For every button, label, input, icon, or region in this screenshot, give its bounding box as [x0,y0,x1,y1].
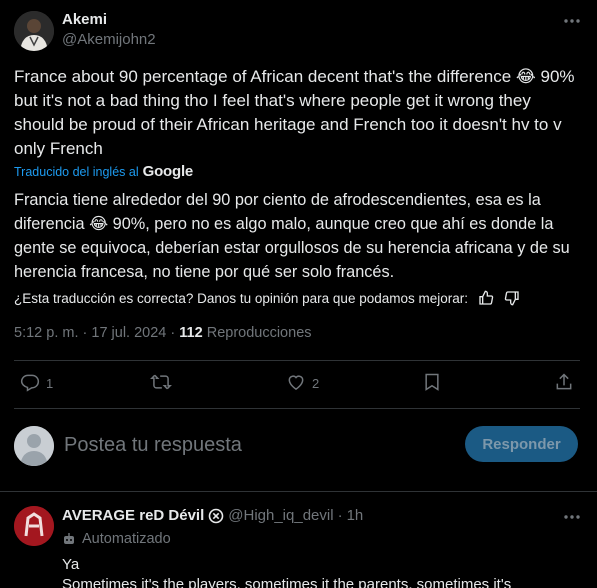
translated-by-label: Traducido del inglés al [14,164,139,179]
bookmark-action[interactable] [422,372,442,395]
post-date[interactable]: 17 jul. 2024 [91,325,166,341]
more-horizontal-icon [563,11,581,29]
post-time[interactable]: 5:12 p. m. [14,325,78,341]
verified-x-icon [208,508,224,524]
repost-action[interactable] [150,372,178,395]
post-text: France about 90 percentage of African de… [14,67,575,158]
divider [0,491,597,492]
thumbs-up-icon[interactable] [478,290,494,306]
views-label: Reproducciones [206,325,312,341]
share-action[interactable] [554,372,574,395]
reply-action[interactable]: 1 [20,372,53,395]
author-name[interactable]: Akemi [62,11,107,28]
translated-text: Francia tiene alrededor del 90 por cient… [14,191,570,281]
reply-author-avatar[interactable] [14,506,54,546]
author-handle[interactable]: @Akemijohn2 [62,31,156,48]
reply-time[interactable]: 1h [347,507,364,524]
translation-feedback: ¿Esta traducción es correcta? Danos tu o… [14,290,584,306]
more-options-button[interactable] [560,10,584,30]
bot-icon [62,532,76,546]
heart-icon [286,372,306,395]
thumbs-down-icon[interactable] [504,290,520,306]
translation-attribution[interactable]: Traducido del inglés al Google [14,163,193,180]
reply-count: 1 [46,376,54,391]
google-logo: Google [142,163,194,180]
bookmark-icon [422,372,442,395]
reply-icon [20,372,40,395]
reply-button[interactable]: Responder [465,426,578,462]
author-avatar[interactable] [14,11,54,51]
user-avatar[interactable] [14,426,54,466]
like-action[interactable]: 2 [286,372,319,395]
reply-more-options-button[interactable] [560,506,584,526]
repost-icon [150,372,172,395]
divider [14,360,580,361]
share-icon [554,372,574,395]
reply-text-line: Sometimes it's the players, sometimes it… [62,576,512,588]
views-count: 112 [179,325,203,341]
automated-badge: Automatizado [62,531,171,547]
reply-header: AVERAGE reD Dévil @High_iq_devil · 1h [62,507,363,524]
automated-label: Automatizado [82,531,171,547]
post-meta: 5:12 p. m. · 17 jul. 2024 · 112 Reproduc… [14,325,312,341]
reply-text: Ya Sometimes it's the players, sometimes… [62,555,592,588]
like-count: 2 [312,376,320,391]
reply-text-line: Ya [62,556,80,573]
meta-separator: · [82,325,88,341]
divider [14,408,580,409]
reply-input[interactable]: Postea tu respuesta [64,434,242,457]
action-bar: 1 2 [20,372,576,396]
reply-author-name[interactable]: AVERAGE reD Dévil [62,507,204,524]
more-horizontal-icon [563,507,581,525]
feedback-prompt: ¿Esta traducción es correcta? Danos tu o… [14,290,468,306]
reply-separator: · [337,507,343,524]
reply-composer: Postea tu respuesta Responder [14,426,580,466]
meta-separator: · [170,325,176,341]
reply-author-handle[interactable]: @High_iq_devil [228,507,333,524]
